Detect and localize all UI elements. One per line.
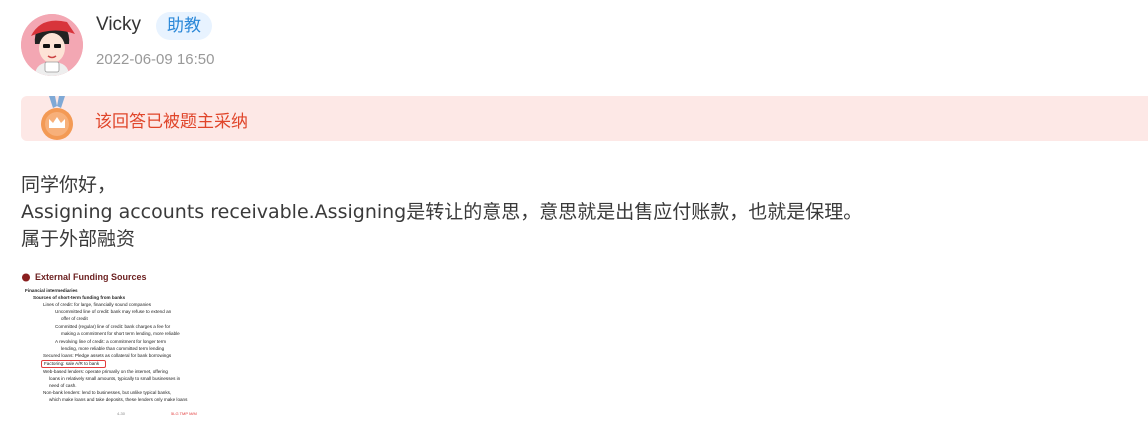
slide-line: making a commitment for short term lendi… (61, 331, 180, 336)
attachment-image[interactable]: External Funding Sources Financial inter… (21, 268, 226, 418)
answer-line-3: 属于外部融资 (21, 228, 136, 250)
slide-title: External Funding Sources (35, 272, 147, 282)
answer-body: 同学你好， Assigning accounts receivable.Assi… (21, 172, 862, 253)
accepted-text: 该回答已被题主采纳 (95, 112, 248, 132)
slide-footer-logos: 5LG TMP M/M (171, 411, 197, 416)
author-name[interactable]: Vicky (96, 14, 141, 36)
avatar[interactable] (21, 14, 83, 76)
slide-line: Uncommitted line of credit: bank may ref… (55, 309, 172, 314)
slide-line: Secured loans: Pledge assets as collater… (43, 353, 172, 358)
slide-logo-icon (22, 273, 30, 282)
slide-line: need of cash. (49, 383, 77, 388)
post-timestamp: 2022-06-09 16:50 (96, 51, 215, 68)
answer-line-2: Assigning accounts receivable.Assigning是… (21, 201, 863, 223)
slide-line: offer of credit (61, 316, 88, 321)
slide-page-number: 4-30 (117, 411, 126, 416)
slide-line: Web-based lenders: operate primarily on … (43, 369, 168, 374)
slide-line: lending, more reliable than committed te… (61, 346, 165, 351)
slide-line: Financial intermediaries (25, 288, 78, 293)
slide-line: Sources of short-term funding from banks (33, 295, 126, 300)
slide-line-highlighted: Factoring: sale A/R to bank (41, 360, 107, 368)
medal-icon (41, 96, 73, 140)
accepted-answer-banner: 该回答已被题主采纳 (21, 96, 1148, 141)
role-badge: 助教 (156, 12, 212, 40)
slide-line: A revolving line of credit: a commitment… (55, 339, 167, 344)
slide-line: Non-bank lenders: lend to businesses, bu… (43, 390, 172, 395)
answer-line-1: 同学你好， (21, 174, 117, 196)
slide-line: Lines of credit: for large, financially … (43, 302, 152, 307)
slide-line: which make loans and take deposits, thes… (49, 397, 188, 402)
slide-line: Committed (regular) line of credit: bank… (55, 324, 171, 329)
slide-line: loans in relatively small amounts, typic… (49, 376, 181, 381)
